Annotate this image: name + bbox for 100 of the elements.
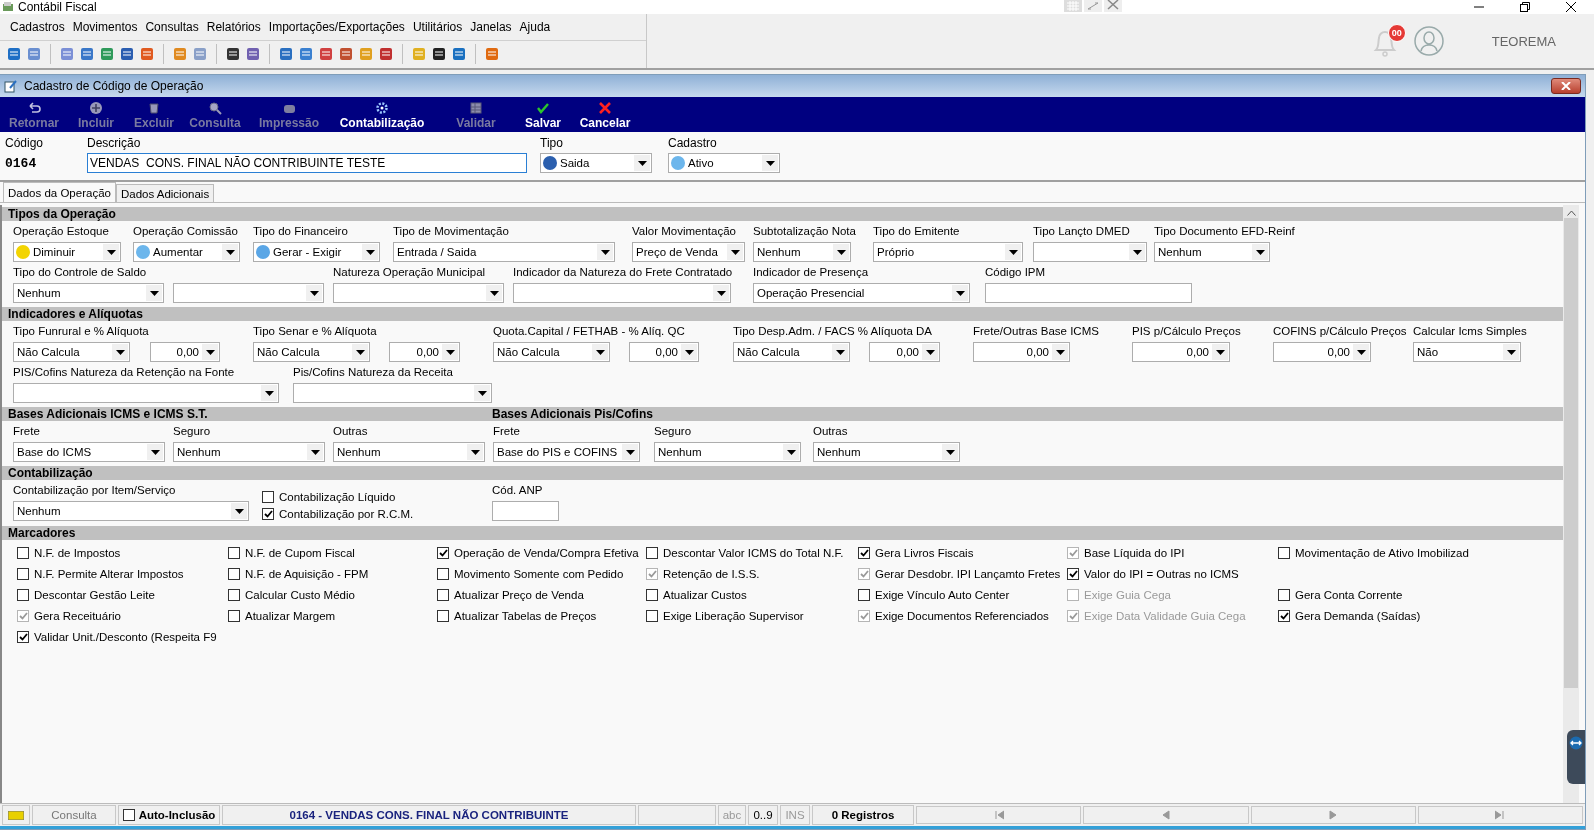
checkbox[interactable] [228,609,240,622]
checkbox[interactable] [228,567,240,580]
field-label: Tipo Documento EFD-Reinf [1154,225,1295,239]
number-dropdown[interactable]: 0,00 [1273,342,1371,362]
scrollbar-thumb[interactable] [1564,218,1578,688]
field-label: Tipo Senar e % Alíquota [253,325,377,339]
checkbox[interactable] [1067,567,1079,580]
tab[interactable]: Dados da Operação [3,182,116,202]
dropdown[interactable]: Base do PIS e COFINS [493,442,640,462]
menu-item[interactable]: Movimentos [68,20,142,34]
checkbox-label: N.F. Permite Alterar Impostos [34,567,184,580]
toolbar-button[interactable]: Contabilização [330,97,434,132]
checkbox[interactable] [262,507,274,520]
checkbox[interactable] [262,490,274,503]
first-record-icon [993,810,1004,820]
notification-badge: 00 [1387,24,1406,42]
menu-item[interactable]: Utilitários [408,20,467,34]
dropdown[interactable]: Não Calcula [13,342,130,362]
menu-item[interactable]: Consultas [141,20,203,34]
dropdown[interactable]: Operação Presencial [753,283,970,303]
section-title: Marcadores [8,526,76,540]
remote-support-tab-icon[interactable] [1567,730,1585,784]
tab[interactable]: Dados Adicionais [115,184,215,202]
menu-item[interactable]: Importações/Exportações [264,20,409,34]
menu-item[interactable]: Janelas [466,20,516,34]
text-field[interactable] [985,283,1192,303]
dropdown[interactable]: Nenhum [13,283,164,303]
field-label: Tipo Desp.Adm. / FACS % Alíquota DA [733,325,932,339]
checkbox-label: Operação de Venda/Compra Efetiva [454,546,639,559]
dropdown[interactable]: Não [1413,342,1521,362]
field-label: Cadastro [668,136,718,150]
checkbox[interactable] [437,546,449,559]
checkbox[interactable] [122,809,135,821]
checkbox[interactable] [228,588,240,601]
checkbox[interactable] [437,609,449,622]
dropdown[interactable]: Saida [540,153,652,173]
dropdown[interactable]: Diminuir [13,242,121,262]
checkbox[interactable] [17,546,29,559]
dropdown[interactable]: Nenhum [333,442,485,462]
text-field[interactable] [492,501,559,521]
undo-arrow-icon [27,101,41,115]
dropdown[interactable]: Não Calcula [733,342,850,362]
checkbox[interactable] [646,609,658,622]
edit-form-icon [4,79,18,93]
dropdown[interactable]: Entrada / Saida [393,242,615,262]
toolbar-button[interactable]: Cancelar [568,97,642,132]
number-dropdown[interactable]: 0,00 [629,342,699,362]
checkbox[interactable] [1278,588,1290,601]
close-button[interactable] [1551,78,1581,94]
status-mode: Consulta [32,805,116,825]
description-field[interactable]: VENDAS CONS. FINAL NÃO CONTRIBUINTE TESTE [87,153,527,173]
dropdown[interactable]: Aumentar [133,242,240,262]
checkbox[interactable] [646,546,658,559]
checkbox[interactable] [17,630,29,643]
number-dropdown[interactable]: 0,00 [869,342,940,362]
toolbar-button[interactable]: Salvar [518,97,568,132]
dropdown[interactable]: Não Calcula [493,342,610,362]
dropdown[interactable]: Não Calcula [253,342,370,362]
checkbox[interactable] [1278,609,1290,622]
field-label: Código IPM [985,266,1046,280]
dropdown[interactable]: Base do ICMS [13,442,165,462]
section-title: Indicadores e Alíquotas [8,307,143,321]
menu-item[interactable]: Cadastros [6,20,69,34]
scroll-up-icon[interactable] [1566,210,1576,216]
checkbox[interactable] [646,588,658,601]
dropdown[interactable]: Próprio [873,242,1023,262]
dropdown[interactable]: Gerar - Exigir [253,242,380,262]
field-label: Operação Estoque [13,225,109,239]
toolbar-icon[interactable] [431,46,447,62]
status-indicator: INS [780,805,810,825]
checkbox[interactable] [858,546,870,559]
checkbox-label: Base Líquida do IPI [1084,546,1185,559]
dropdown[interactable]: Nenhum [1154,242,1270,262]
field-label: Frete/Outras Base ICMS [973,325,1099,339]
dropdown[interactable]: Nenhum [813,442,960,462]
number-dropdown[interactable]: 0,00 [389,342,460,362]
menu-item[interactable]: Relatórios [202,20,265,34]
dropdown[interactable]: Ativo [668,153,780,173]
checkbox[interactable] [17,588,29,601]
number-dropdown[interactable]: 0,00 [1132,342,1230,362]
menu-item[interactable]: Ajuda [515,20,555,34]
checkbox[interactable] [437,588,449,601]
checkbox[interactable] [858,588,870,601]
field-label: PIS p/Cálculo Preços [1132,325,1241,339]
dropdown[interactable]: Nenhum [13,501,249,521]
checkbox[interactable] [228,546,240,559]
checkbox[interactable] [1278,546,1290,559]
dropdown[interactable]: Preço de Venda [632,242,745,262]
checkbox[interactable] [437,567,449,580]
toolbar-icon[interactable] [225,46,241,62]
checkbox-label: Exige Guia Cega [1084,588,1171,601]
checkbox[interactable] [17,567,29,580]
number-dropdown[interactable]: 0,00 [973,342,1070,362]
scrollbar[interactable] [1563,205,1579,803]
close-icon[interactable] [1104,0,1122,12]
dropdown[interactable]: Nenhum [173,442,325,462]
dropdown[interactable]: Nenhum [654,442,801,462]
restore-icon [1520,2,1530,12]
number-dropdown[interactable]: 0,00 [150,342,220,362]
dropdown[interactable]: Nenhum [753,242,851,262]
